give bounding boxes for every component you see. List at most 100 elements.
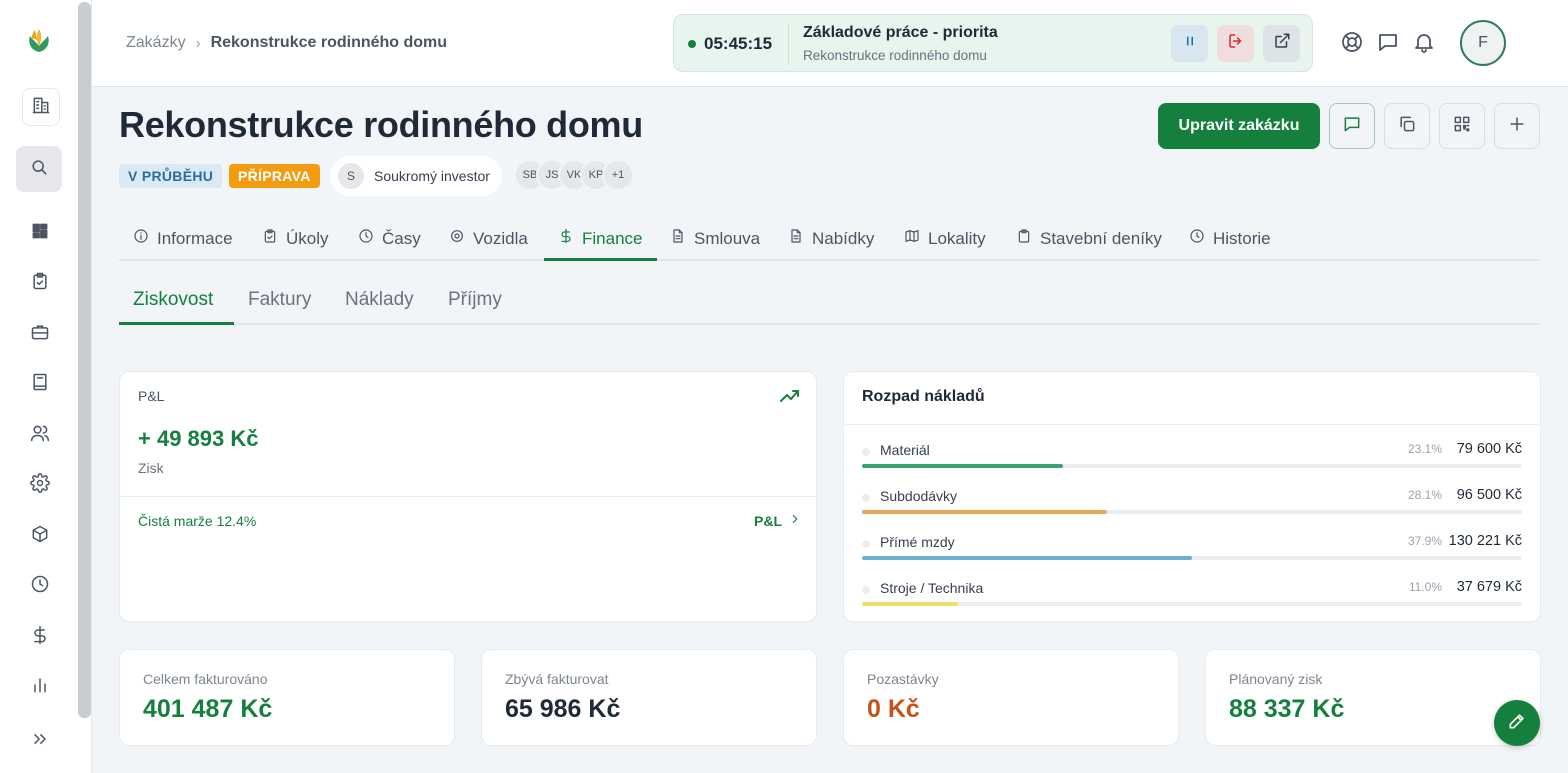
cost-name: Subdodávky — [880, 488, 958, 504]
timer-divider — [788, 23, 789, 65]
subtab-faktury[interactable]: Faktury — [248, 289, 311, 311]
pl-value: + 49 893 Kč — [138, 426, 259, 451]
plus-icon — [1507, 114, 1527, 139]
stat-value: 88 337 Kč — [1229, 695, 1345, 723]
cost-bullet — [862, 448, 870, 456]
search-icon — [29, 157, 49, 182]
qr-code-button[interactable] — [1439, 103, 1485, 149]
cost-amount: 130 221 Kč — [1448, 533, 1522, 549]
sidebar-item-tasks[interactable] — [24, 267, 56, 299]
tab-finance[interactable]: Finance — [558, 218, 642, 259]
edit-project-button[interactable]: Upravit zakázku — [1158, 103, 1320, 149]
investor-chip[interactable]: S Soukromý investor — [330, 156, 502, 196]
breadcrumb-root[interactable]: Zakázky — [126, 34, 186, 52]
cost-percent: 37.9% — [1407, 534, 1442, 548]
document-icon — [788, 228, 804, 249]
sidebar-scrollbar[interactable] — [78, 2, 91, 718]
cost-bar-track — [862, 556, 1522, 560]
cost-percent: 23.1% — [1407, 442, 1442, 456]
sidebar-item-finance[interactable] — [24, 621, 56, 653]
sidebar-item-diary[interactable] — [24, 368, 56, 400]
stop-timer-button[interactable] — [1217, 25, 1254, 62]
user-avatar[interactable]: F — [1460, 20, 1506, 66]
clock-icon — [358, 228, 374, 249]
tab-nabidky[interactable]: Nabídky — [788, 218, 874, 259]
lifebuoy-icon — [1340, 32, 1364, 58]
pause-timer-button[interactable] — [1171, 25, 1208, 62]
cost-breakdown-title: Rozpad nákladů — [862, 388, 985, 405]
sidebar-expand-button[interactable] — [24, 725, 56, 757]
edit-fab-button[interactable] — [1494, 700, 1540, 746]
add-button[interactable] — [1494, 103, 1540, 149]
cost-row: Stroje / Technika 11.0% 37 679 Kč — [862, 578, 1522, 618]
sidebar-item-jobs[interactable] — [24, 318, 56, 350]
dollar-icon — [558, 228, 574, 249]
pause-icon — [1181, 32, 1199, 55]
cost-bullet — [862, 540, 870, 548]
company-button[interactable] — [22, 88, 60, 126]
tab-stavebni-deniky[interactable]: Stavební deníky — [1016, 218, 1162, 259]
more-people-count: +1 — [602, 159, 634, 191]
duplicate-button[interactable] — [1384, 103, 1430, 149]
pl-detail-link[interactable]: P&L — [754, 512, 802, 529]
tab-casy[interactable]: Časy — [358, 218, 421, 259]
cost-bar-track — [862, 510, 1522, 514]
sidebar — [0, 0, 92, 773]
cost-amount: 79 600 Kč — [1456, 441, 1522, 457]
stat-value: 65 986 Kč — [505, 695, 621, 723]
comment-button[interactable] — [1329, 103, 1375, 149]
stat-card-remaining: Zbývá fakturovat 65 986 Kč — [481, 649, 817, 746]
tab-ukoly[interactable]: Úkoly — [262, 218, 329, 259]
tab-informace[interactable]: Informace — [133, 218, 233, 259]
search-button[interactable] — [16, 146, 62, 192]
cost-amount: 37 679 Kč — [1456, 579, 1522, 595]
tab-label: Informace — [157, 228, 233, 248]
help-button[interactable] — [1340, 30, 1364, 54]
qr-code-icon — [1452, 114, 1472, 139]
tab-label: Úkoly — [286, 228, 329, 248]
cost-bar-track — [862, 464, 1522, 468]
sidebar-item-inventory[interactable] — [24, 520, 56, 552]
tab-label: Časy — [382, 228, 421, 248]
trending-up-icon — [780, 388, 800, 404]
cost-name: Stroje / Technika — [880, 580, 984, 596]
stat-value: 401 487 Kč — [143, 695, 273, 723]
app-logo[interactable] — [24, 26, 54, 56]
document-icon — [670, 228, 686, 249]
stat-card-retentions: Pozastávky 0 Kč — [843, 649, 1179, 746]
pl-sublabel: Zisk — [138, 460, 164, 476]
notifications-button[interactable] — [1412, 30, 1436, 54]
pl-link-label: P&L — [754, 512, 782, 529]
messages-button[interactable] — [1376, 30, 1400, 54]
tab-smlouva[interactable]: Smlouva — [670, 218, 760, 259]
open-timer-button[interactable] — [1263, 25, 1300, 62]
subtab-ziskovost[interactable]: Ziskovost — [133, 289, 213, 311]
sidebar-item-dashboard[interactable] — [24, 217, 56, 249]
cost-name: Materiál — [880, 442, 930, 458]
active-subtab-indicator — [119, 322, 234, 325]
chat-icon — [1376, 34, 1400, 58]
subtab-prijmy[interactable]: Příjmy — [448, 289, 502, 311]
subtab-naklady[interactable]: Náklady — [345, 289, 414, 311]
gear-icon — [30, 472, 50, 498]
stat-card-planned-profit: Plánovaný zisk 88 337 Kč — [1205, 649, 1541, 746]
history-icon — [1189, 228, 1205, 249]
chevron-right-icon — [788, 512, 802, 529]
briefcase-icon — [30, 322, 50, 347]
chevron-right-icon: › — [195, 34, 201, 52]
timer-project: Rekonstrukce rodinného domu — [803, 48, 987, 63]
tab-label: Stavební deníky — [1040, 228, 1162, 248]
sidebar-item-users[interactable] — [24, 419, 56, 451]
stat-value: 0 Kč — [867, 695, 920, 723]
clipboard-check-icon — [262, 228, 278, 249]
sidebar-item-reports[interactable] — [24, 671, 56, 703]
sidebar-item-settings[interactable] — [24, 469, 56, 501]
sidebar-item-time[interactable] — [24, 570, 56, 602]
tab-lokality[interactable]: Lokality — [904, 218, 986, 259]
tab-historie[interactable]: Historie — [1189, 218, 1271, 259]
cost-row: Materiál 23.1% 79 600 Kč — [862, 440, 1522, 480]
tab-vozidla[interactable]: Vozidla — [449, 218, 528, 259]
gear-icon — [449, 228, 465, 249]
bell-icon — [1412, 34, 1436, 58]
stat-label: Plánovaný zisk — [1229, 671, 1323, 687]
